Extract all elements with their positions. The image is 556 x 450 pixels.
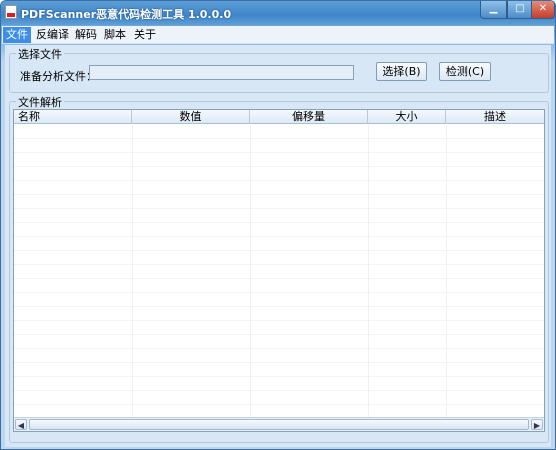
select-file-group: 选择文件 准备分析文件： 选择(B) 检测(C) xyxy=(9,46,549,93)
table-header: 名称 数值 偏移量 大小 描述 xyxy=(14,110,544,124)
menu-item-decompile[interactable]: 反编译 xyxy=(33,27,72,43)
client-area: 选择文件 准备分析文件： 选择(B) 检测(C) 文件解析 名称 数值 偏移量 … xyxy=(5,45,551,447)
file-parse-group: 文件解析 名称 数值 偏移量 大小 描述 ◀ ▶ xyxy=(9,94,549,443)
horizontal-scrollbar[interactable]: ◀ ▶ xyxy=(14,417,544,431)
title-bar[interactable]: PDFScanner恶意代码检测工具 1.0.0.0 ▁ □ ✕ xyxy=(1,1,555,25)
arrow-left-icon[interactable]: ◀ xyxy=(15,419,27,430)
select-file-group-title: 选择文件 xyxy=(16,46,64,62)
maximize-icon: □ xyxy=(515,3,525,14)
column-header-value[interactable]: 数值 xyxy=(132,110,250,124)
menu-item-decode[interactable]: 解码 xyxy=(72,27,100,43)
minimize-button[interactable]: ▁ xyxy=(480,1,507,19)
menu-item-file[interactable]: 文件 xyxy=(3,27,31,43)
column-header-description[interactable]: 描述 xyxy=(446,110,544,124)
file-parse-group-title: 文件解析 xyxy=(16,94,64,110)
column-header-size[interactable]: 大小 xyxy=(368,110,446,124)
window-title: PDFScanner恶意代码检测工具 1.0.0.0 xyxy=(21,8,232,21)
column-header-name[interactable]: 名称 xyxy=(14,110,132,124)
column-header-offset[interactable]: 偏移量 xyxy=(250,110,368,124)
detect-button[interactable]: 检测(C) xyxy=(439,62,491,81)
parse-table[interactable]: 名称 数值 偏移量 大小 描述 ◀ ▶ xyxy=(13,109,545,432)
menu-bar: 文件 反编译 解码 脚本 关于 xyxy=(2,26,554,44)
menu-item-about[interactable]: 关于 xyxy=(131,27,159,43)
pdf-document-icon xyxy=(5,5,17,19)
table-body[interactable] xyxy=(14,125,544,417)
file-path-input[interactable] xyxy=(89,65,354,80)
arrow-right-icon[interactable]: ▶ xyxy=(531,419,543,430)
select-button[interactable]: 选择(B) xyxy=(376,62,427,81)
file-label: 准备分析文件： xyxy=(20,70,97,83)
maximize-button[interactable]: □ xyxy=(507,1,533,19)
scroll-thumb[interactable] xyxy=(29,419,529,430)
menu-item-script[interactable]: 脚本 xyxy=(101,27,129,43)
minimize-icon: ▁ xyxy=(489,3,498,14)
close-button[interactable]: ✕ xyxy=(531,1,555,19)
main-window: PDFScanner恶意代码检测工具 1.0.0.0 ▁ □ ✕ 文件 反编译 … xyxy=(0,0,556,450)
close-icon: ✕ xyxy=(538,3,548,14)
